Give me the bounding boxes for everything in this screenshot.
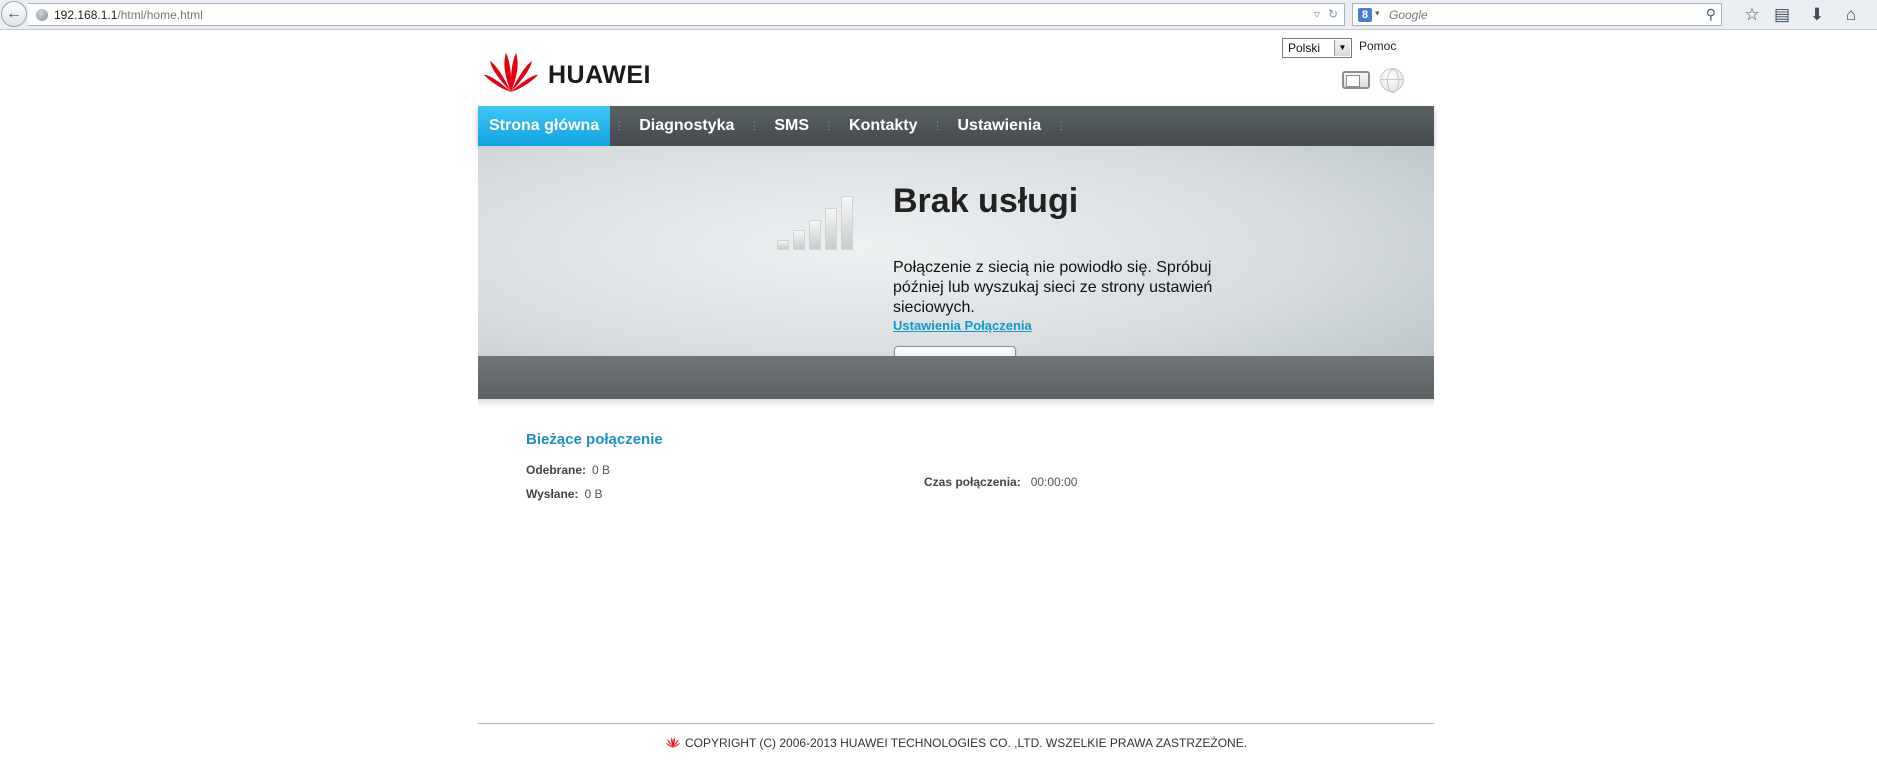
engine-dropdown-icon[interactable]: ▾ [1375, 8, 1380, 19]
sent-value: 0 B [584, 487, 603, 501]
section-title: Bieżące połączenie [526, 431, 663, 448]
connection-time-value: 00:00:00 [1030, 475, 1078, 489]
copyright-text: COPYRIGHT (C) 2006-2013 HUAWEI TECHNOLOG… [684, 736, 1248, 750]
nav-item-settings[interactable]: Ustawienia [947, 106, 1053, 146]
received-row: Odebrane: 0 B [526, 463, 610, 477]
nav-separator: ⋮ [614, 120, 625, 132]
bookmarks-list-icon[interactable]: ▤ [1771, 4, 1793, 26]
status-panel-footer-bar [478, 356, 1434, 399]
main-nav: Strona główna ⋮ Diagnostyka ⋮ SMS ⋮ Kont… [478, 106, 1434, 146]
nav-item-diagnostics[interactable]: Diagnostyka [628, 106, 745, 146]
browser-toolbar: ← 192.168.1.1/html/home.html ▿ ↻ 8 ▾ Goo… [0, 0, 1877, 30]
chevron-down-icon[interactable]: ▼ [1334, 40, 1350, 56]
search-bar[interactable]: 8 ▾ Google ⚲ [1352, 3, 1722, 26]
address-text[interactable]: 192.168.1.1/html/home.html [54, 8, 203, 22]
download-arrow-icon[interactable]: ⬇ [1806, 4, 1828, 26]
signal-strength-icon [777, 190, 857, 250]
globe-icon[interactable] [1380, 68, 1404, 93]
nav-separator: ⋮ [824, 120, 835, 132]
help-link[interactable]: Pomoc [1359, 39, 1396, 53]
url-path: /html/home.html [117, 8, 203, 22]
connection-time-row: Czas połączenia: 00:00:00 [924, 475, 1077, 489]
status-panel: Brak usługi Połączenie z siecią nie powi… [478, 146, 1434, 399]
dropdown-arrow-icon[interactable]: ▿ [1314, 7, 1320, 21]
nav-separator: ⋮ [749, 120, 760, 132]
signal-bar [825, 208, 837, 250]
language-value: Polski [1288, 41, 1321, 55]
nav-separator: ⋮ [1056, 120, 1067, 132]
site-identity-icon[interactable] [36, 9, 48, 21]
back-arrow-icon[interactable]: ← [1, 1, 27, 27]
sent-row: Wysłane: 0 B [526, 487, 602, 501]
address-bar[interactable]: 192.168.1.1/html/home.html ▿ ↻ [28, 3, 1345, 26]
nav-item-sms[interactable]: SMS [763, 106, 820, 146]
huawei-wordmark: HUAWEI [548, 61, 651, 89]
nav-item-contacts[interactable]: Kontakty [838, 106, 928, 146]
sent-label: Wysłane: [526, 487, 579, 501]
huawei-logo-icon [484, 53, 538, 92]
connection-settings-link[interactable]: Ustawienia Połączenia [893, 318, 1032, 333]
signal-bar [793, 230, 805, 250]
received-value: 0 B [592, 463, 611, 477]
window-icon[interactable] [1342, 71, 1370, 89]
page-footer: COPYRIGHT (C) 2006-2013 HUAWEI TECHNOLOG… [478, 723, 1434, 763]
search-input[interactable]: Google [1389, 8, 1428, 22]
connection-time-label: Czas połączenia: [924, 475, 1021, 489]
url-host: 192.168.1.1 [54, 8, 118, 22]
panel-shadow [478, 399, 1434, 407]
current-connection-section: Bieżące połączenie Odebrane: 0 B Wysłane:… [478, 407, 1434, 677]
nav-separator: ⋮ [932, 120, 943, 132]
huawei-small-logo-icon [665, 737, 681, 748]
language-select[interactable]: Polski ▼ [1282, 38, 1352, 58]
reload-icon[interactable]: ↻ [1328, 7, 1338, 21]
search-magnifier-icon[interactable]: ⚲ [1706, 6, 1716, 23]
signal-bar [777, 240, 789, 250]
received-label: Odebrane: [526, 463, 587, 477]
signal-bar [841, 196, 853, 250]
status-title: Brak usługi [893, 182, 1079, 220]
home-icon[interactable]: ⌂ [1840, 4, 1862, 26]
nav-item-home[interactable]: Strona główna [478, 106, 611, 146]
status-message: Połączenie z siecią nie powiodło się. Sp… [893, 259, 1213, 316]
signal-bar [809, 220, 821, 250]
bookmark-star-icon[interactable]: ☆ [1741, 4, 1763, 26]
router-home-page: HUAWEI Polski ▼ Pomoc Strona główna ⋮ Di… [478, 31, 1434, 677]
google-engine-icon[interactable]: 8 [1358, 8, 1372, 22]
page-header: HUAWEI Polski ▼ Pomoc [478, 31, 1434, 106]
